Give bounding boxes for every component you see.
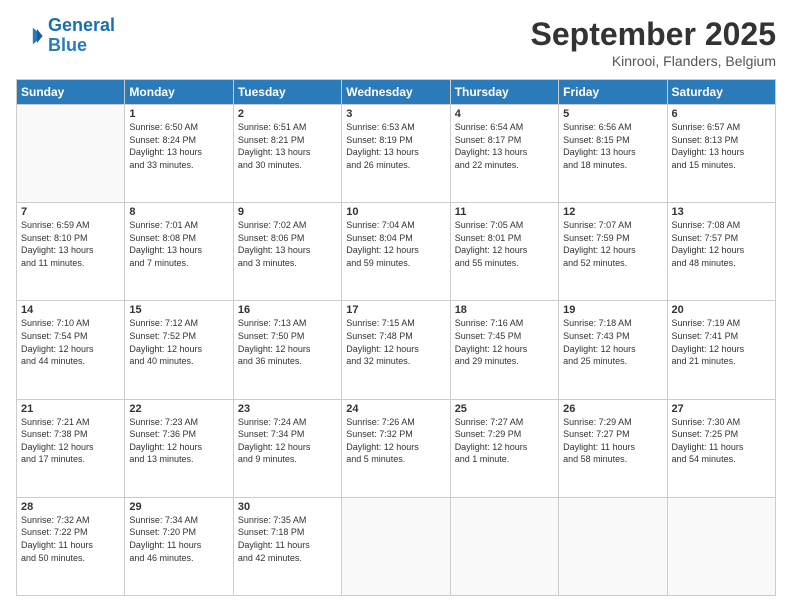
col-sunday: Sunday bbox=[17, 80, 125, 105]
title-block: September 2025 Kinrooi, Flanders, Belgiu… bbox=[531, 16, 776, 69]
table-row: 22Sunrise: 7:23 AMSunset: 7:36 PMDayligh… bbox=[125, 399, 233, 497]
page: General Blue September 2025 Kinrooi, Fla… bbox=[0, 0, 792, 612]
col-monday: Monday bbox=[125, 80, 233, 105]
table-row: 27Sunrise: 7:30 AMSunset: 7:25 PMDayligh… bbox=[667, 399, 775, 497]
col-thursday: Thursday bbox=[450, 80, 558, 105]
table-row: 8Sunrise: 7:01 AMSunset: 8:08 PMDaylight… bbox=[125, 203, 233, 301]
table-row: 9Sunrise: 7:02 AMSunset: 8:06 PMDaylight… bbox=[233, 203, 341, 301]
table-row bbox=[667, 497, 775, 595]
table-row bbox=[559, 497, 667, 595]
calendar-week-row: 21Sunrise: 7:21 AMSunset: 7:38 PMDayligh… bbox=[17, 399, 776, 497]
calendar-week-row: 1Sunrise: 6:50 AMSunset: 8:24 PMDaylight… bbox=[17, 105, 776, 203]
table-row: 1Sunrise: 6:50 AMSunset: 8:24 PMDaylight… bbox=[125, 105, 233, 203]
table-row: 26Sunrise: 7:29 AMSunset: 7:27 PMDayligh… bbox=[559, 399, 667, 497]
col-saturday: Saturday bbox=[667, 80, 775, 105]
table-row bbox=[17, 105, 125, 203]
table-row: 7Sunrise: 6:59 AMSunset: 8:10 PMDaylight… bbox=[17, 203, 125, 301]
table-row: 21Sunrise: 7:21 AMSunset: 7:38 PMDayligh… bbox=[17, 399, 125, 497]
table-row: 29Sunrise: 7:34 AMSunset: 7:20 PMDayligh… bbox=[125, 497, 233, 595]
logo-text: General Blue bbox=[48, 16, 115, 56]
table-row: 16Sunrise: 7:13 AMSunset: 7:50 PMDayligh… bbox=[233, 301, 341, 399]
location: Kinrooi, Flanders, Belgium bbox=[531, 53, 776, 69]
table-row: 4Sunrise: 6:54 AMSunset: 8:17 PMDaylight… bbox=[450, 105, 558, 203]
table-row: 23Sunrise: 7:24 AMSunset: 7:34 PMDayligh… bbox=[233, 399, 341, 497]
col-wednesday: Wednesday bbox=[342, 80, 450, 105]
table-row: 19Sunrise: 7:18 AMSunset: 7:43 PMDayligh… bbox=[559, 301, 667, 399]
table-row: 17Sunrise: 7:15 AMSunset: 7:48 PMDayligh… bbox=[342, 301, 450, 399]
table-row bbox=[342, 497, 450, 595]
table-row: 28Sunrise: 7:32 AMSunset: 7:22 PMDayligh… bbox=[17, 497, 125, 595]
table-row: 2Sunrise: 6:51 AMSunset: 8:21 PMDaylight… bbox=[233, 105, 341, 203]
logo: General Blue bbox=[16, 16, 115, 56]
table-row: 3Sunrise: 6:53 AMSunset: 8:19 PMDaylight… bbox=[342, 105, 450, 203]
table-row bbox=[450, 497, 558, 595]
calendar-week-row: 14Sunrise: 7:10 AMSunset: 7:54 PMDayligh… bbox=[17, 301, 776, 399]
table-row: 24Sunrise: 7:26 AMSunset: 7:32 PMDayligh… bbox=[342, 399, 450, 497]
table-row: 14Sunrise: 7:10 AMSunset: 7:54 PMDayligh… bbox=[17, 301, 125, 399]
table-row: 12Sunrise: 7:07 AMSunset: 7:59 PMDayligh… bbox=[559, 203, 667, 301]
calendar-week-row: 7Sunrise: 6:59 AMSunset: 8:10 PMDaylight… bbox=[17, 203, 776, 301]
table-row: 5Sunrise: 6:56 AMSunset: 8:15 PMDaylight… bbox=[559, 105, 667, 203]
table-row: 30Sunrise: 7:35 AMSunset: 7:18 PMDayligh… bbox=[233, 497, 341, 595]
table-row: 20Sunrise: 7:19 AMSunset: 7:41 PMDayligh… bbox=[667, 301, 775, 399]
table-row: 13Sunrise: 7:08 AMSunset: 7:57 PMDayligh… bbox=[667, 203, 775, 301]
logo-icon bbox=[16, 22, 44, 50]
calendar-week-row: 28Sunrise: 7:32 AMSunset: 7:22 PMDayligh… bbox=[17, 497, 776, 595]
table-row: 10Sunrise: 7:04 AMSunset: 8:04 PMDayligh… bbox=[342, 203, 450, 301]
calendar-header-row: Sunday Monday Tuesday Wednesday Thursday… bbox=[17, 80, 776, 105]
header: General Blue September 2025 Kinrooi, Fla… bbox=[16, 16, 776, 69]
table-row: 18Sunrise: 7:16 AMSunset: 7:45 PMDayligh… bbox=[450, 301, 558, 399]
table-row: 11Sunrise: 7:05 AMSunset: 8:01 PMDayligh… bbox=[450, 203, 558, 301]
col-tuesday: Tuesday bbox=[233, 80, 341, 105]
col-friday: Friday bbox=[559, 80, 667, 105]
month-title: September 2025 bbox=[531, 16, 776, 53]
table-row: 15Sunrise: 7:12 AMSunset: 7:52 PMDayligh… bbox=[125, 301, 233, 399]
calendar-table: Sunday Monday Tuesday Wednesday Thursday… bbox=[16, 79, 776, 596]
table-row: 6Sunrise: 6:57 AMSunset: 8:13 PMDaylight… bbox=[667, 105, 775, 203]
table-row: 25Sunrise: 7:27 AMSunset: 7:29 PMDayligh… bbox=[450, 399, 558, 497]
